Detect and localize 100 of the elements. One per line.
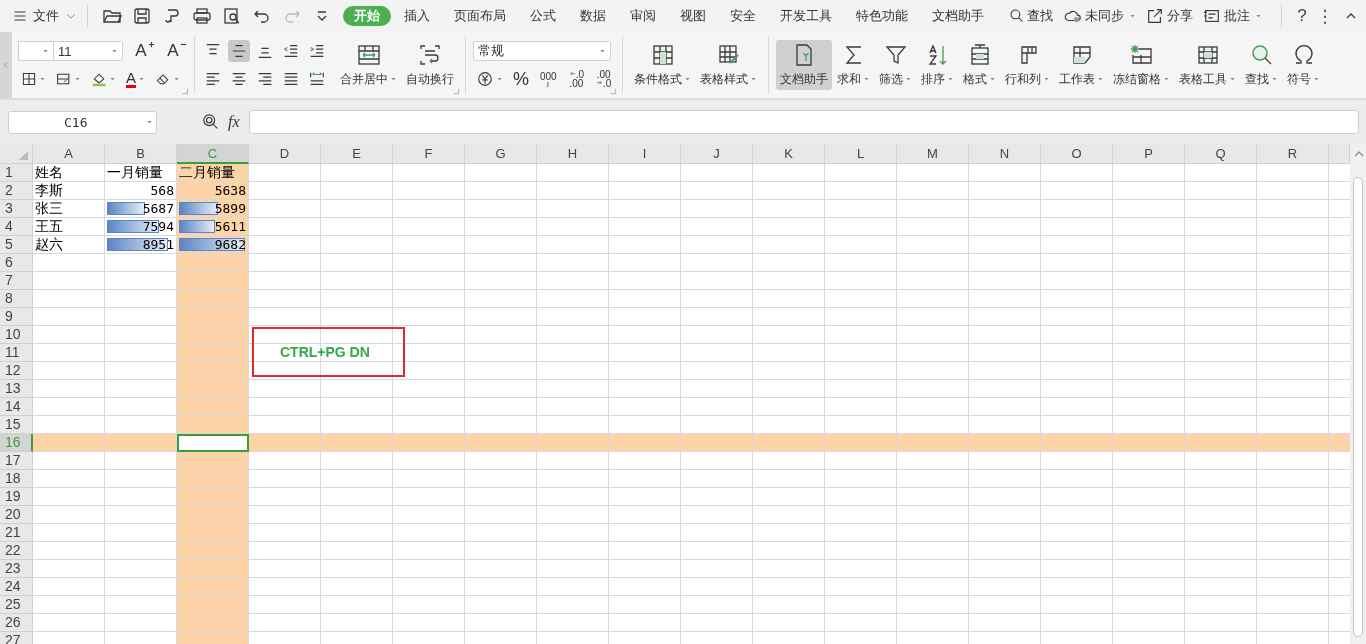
table-cell[interactable]: 9682 — [177, 236, 249, 254]
ribbon-button[interactable]: 工作表 — [1055, 40, 1109, 90]
row-header[interactable]: 18 — [0, 470, 33, 488]
row-header[interactable]: 9 — [0, 308, 33, 326]
row-header[interactable]: 26 — [0, 614, 33, 632]
dialog-launcher-icon[interactable] — [453, 88, 460, 95]
highlighted-cell[interactable] — [177, 578, 249, 596]
zoom-icon[interactable] — [202, 113, 220, 131]
ribbon-button[interactable]: 表格工具 — [1175, 40, 1241, 90]
search-tab[interactable]: 查找 — [996, 6, 1064, 26]
dialog-launcher-icon[interactable] — [182, 88, 189, 95]
highlighted-cell[interactable] — [177, 326, 249, 344]
percent-button[interactable]: % — [510, 68, 532, 90]
table-cell[interactable]: 王五 — [33, 218, 105, 236]
row-header[interactable]: 24 — [0, 578, 33, 596]
active-cell[interactable] — [177, 434, 249, 452]
ribbon-button[interactable]: 冻结窗格 — [1109, 40, 1175, 90]
font-size-field[interactable]: 11 — [53, 41, 123, 61]
ribbon-button[interactable]: 条件格式 — [630, 40, 696, 90]
toolbar-button[interactable]: 批注 — [1202, 7, 1262, 25]
row-header[interactable]: 5 — [0, 236, 33, 254]
highlighted-cell[interactable] — [177, 398, 249, 416]
ribbon-button[interactable]: 查找 — [1241, 40, 1283, 90]
column-header[interactable]: K — [753, 144, 825, 164]
dialog-launcher-icon[interactable] — [610, 88, 618, 95]
highlighted-cell[interactable] — [177, 542, 249, 560]
row-header[interactable]: 11 — [0, 344, 33, 362]
row-header[interactable]: 1 — [0, 164, 33, 182]
ribbon-tab[interactable]: 特色功能 — [844, 6, 919, 26]
highlighted-cell[interactable] — [33, 434, 105, 452]
row-header[interactable]: 6 — [0, 254, 33, 272]
ribbon-button[interactable]: 文档助手 — [776, 40, 833, 90]
column-header[interactable]: G — [465, 144, 537, 164]
highlighted-cell[interactable] — [177, 272, 249, 290]
highlighted-cell[interactable] — [1329, 434, 1350, 452]
column-header[interactable]: P — [1113, 144, 1185, 164]
save-icon[interactable] — [131, 6, 152, 26]
highlighted-cell[interactable] — [177, 254, 249, 272]
highlighted-cell[interactable] — [177, 596, 249, 614]
table-cell[interactable]: 赵六 — [33, 236, 105, 254]
table-cell[interactable]: 8951 — [105, 236, 177, 254]
highlighted-cell[interactable] — [177, 380, 249, 398]
highlighted-cell[interactable] — [1185, 434, 1257, 452]
ribbon-button[interactable]: 自动换行 — [402, 40, 458, 90]
ribbon-button[interactable]: 表格样式 — [696, 40, 762, 90]
ribbon-button[interactable]: 求和 — [833, 40, 875, 90]
row-header[interactable]: 7 — [0, 272, 33, 290]
column-header[interactable]: M — [897, 144, 969, 164]
column-header[interactable]: N — [969, 144, 1041, 164]
ribbon-tab[interactable]: 数据 — [568, 6, 617, 26]
highlighted-cell[interactable] — [177, 488, 249, 506]
row-header[interactable]: 15 — [0, 416, 33, 434]
highlighted-cell[interactable] — [177, 290, 249, 308]
font-name-field[interactable] — [18, 41, 54, 61]
increase-font-button[interactable]: A — [133, 40, 155, 62]
ribbon-tab[interactable]: 页面布局 — [442, 6, 517, 26]
column-header[interactable]: D — [249, 144, 321, 164]
highlighted-cell[interactable] — [393, 434, 465, 452]
highlighted-cell[interactable] — [681, 434, 753, 452]
highlighted-cell[interactable] — [1113, 434, 1185, 452]
highlighted-cell[interactable] — [321, 434, 393, 452]
row-header[interactable]: 2 — [0, 182, 33, 200]
ribbon-tab[interactable]: 文档助手 — [920, 6, 995, 26]
highlighted-cell[interactable] — [609, 434, 681, 452]
ribbon-tab[interactable]: 插入 — [392, 6, 441, 26]
ribbon-button[interactable]: 行和列 — [1001, 40, 1055, 90]
column-header[interactable]: A — [33, 144, 105, 164]
ribbon-button[interactable]: 格式 — [959, 40, 1001, 90]
file-menu-button[interactable]: 文件 — [12, 4, 78, 28]
row-header[interactable]: 3 — [0, 200, 33, 218]
print-icon[interactable] — [191, 6, 212, 26]
highlighted-cell[interactable] — [1041, 434, 1113, 452]
ribbon-tab[interactable]: 视图 — [668, 6, 717, 26]
number-format-field[interactable]: 常规 — [473, 41, 611, 61]
ribbon-scroll-strip[interactable] — [0, 32, 12, 98]
row-header[interactable]: 21 — [0, 524, 33, 542]
column-header[interactable]: J — [681, 144, 753, 164]
scroll-thumb[interactable] — [1353, 177, 1363, 637]
ribbon-button[interactable]: 筛选 — [875, 40, 917, 90]
row-header[interactable]: 22 — [0, 542, 33, 560]
ribbon-tab[interactable]: 审阅 — [618, 6, 667, 26]
table-cell[interactable]: 张三 — [33, 200, 105, 218]
row-header[interactable]: 10 — [0, 326, 33, 344]
ribbon-tab[interactable]: 安全 — [718, 6, 767, 26]
table-cell[interactable]: 二月销量 — [177, 164, 249, 182]
highlighted-cell[interactable] — [897, 434, 969, 452]
row-header[interactable]: 8 — [0, 290, 33, 308]
increase-decimal-button[interactable]: .0 .00 — [564, 68, 589, 90]
name-box[interactable]: C16 — [8, 110, 157, 134]
row-header[interactable]: 19 — [0, 488, 33, 506]
table-cell[interactable]: 5638 — [177, 182, 249, 200]
print-preview-icon[interactable] — [221, 6, 242, 26]
ribbon-tab[interactable]: 公式 — [518, 6, 567, 26]
ribbon-tab[interactable]: 开发工具 — [768, 6, 843, 26]
align-middle-button[interactable] — [228, 40, 250, 62]
row-header[interactable]: 12 — [0, 362, 33, 380]
ribbon-button[interactable]: 排序 — [917, 40, 959, 90]
highlighted-cell[interactable] — [537, 434, 609, 452]
row-header[interactable]: 13 — [0, 380, 33, 398]
highlighted-cell[interactable] — [177, 560, 249, 578]
